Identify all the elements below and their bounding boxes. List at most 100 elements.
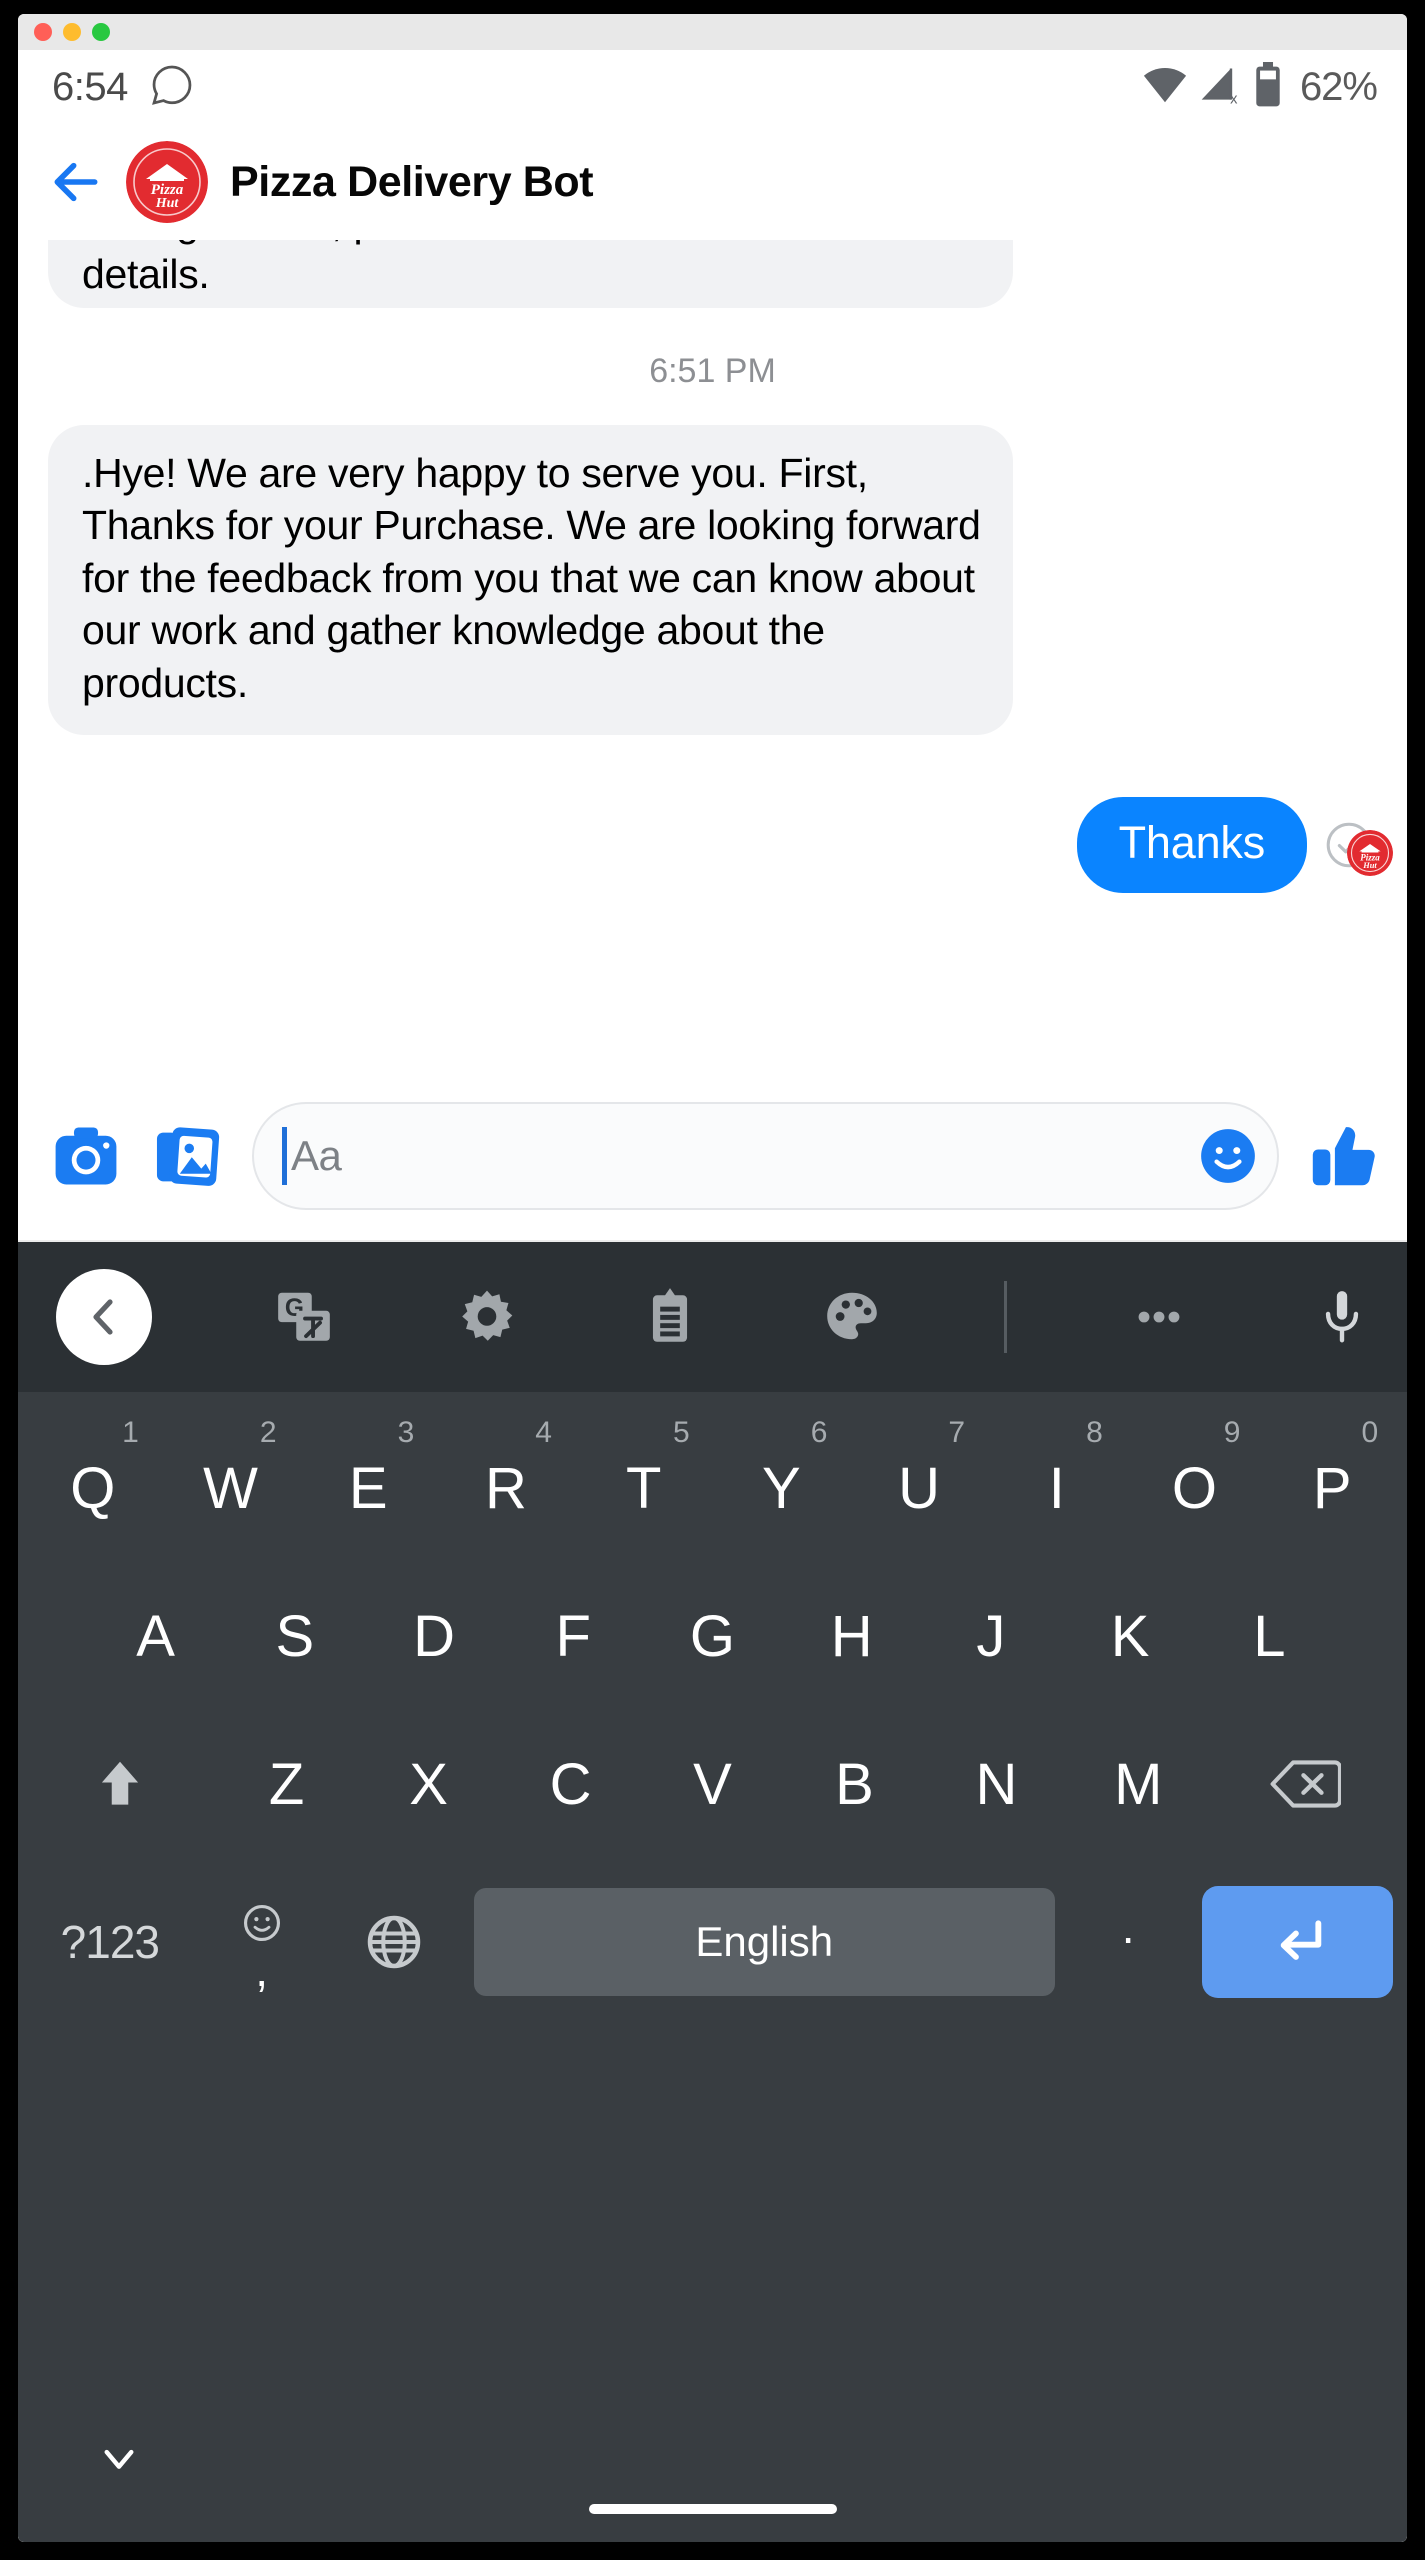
key-I-alt: 8: [1086, 1416, 1103, 1449]
key-R-alt: 4: [535, 1416, 552, 1449]
emoji-comma-key[interactable]: ,: [196, 1902, 328, 1996]
emoji-smiley-icon[interactable]: [1197, 1125, 1259, 1187]
key-G[interactable]: G: [643, 1562, 782, 1710]
svg-text:x: x: [1230, 91, 1238, 106]
key-Y-label: Y: [762, 1455, 801, 1521]
keyboard-row-1: 1Q 2W 3E 4R 5T 6Y 7U 8I 9O 0P: [24, 1414, 1401, 1562]
camera-icon[interactable]: [48, 1118, 124, 1194]
window-titlebar: [18, 14, 1407, 50]
key-H[interactable]: H: [782, 1562, 921, 1710]
zoom-window-button[interactable]: [92, 23, 110, 41]
key-O-alt: 9: [1223, 1416, 1241, 1449]
key-T-alt: 5: [672, 1416, 690, 1449]
key-Y[interactable]: 6Y: [713, 1414, 851, 1562]
gallery-icon[interactable]: [150, 1118, 226, 1194]
system-navigation-bar: [18, 2382, 1407, 2542]
microphone-icon[interactable]: [1311, 1286, 1373, 1348]
key-D[interactable]: D: [364, 1562, 503, 1710]
key-O-label: O: [1171, 1455, 1218, 1521]
key-V[interactable]: V: [642, 1710, 784, 1858]
key-T[interactable]: 5T: [575, 1414, 713, 1562]
key-M[interactable]: M: [1067, 1710, 1209, 1858]
status-bar-right: x 62%: [1142, 61, 1378, 113]
key-C[interactable]: C: [500, 1710, 642, 1858]
chat-header: Pizza Hut Pizza Delivery Bot: [18, 124, 1407, 240]
key-I[interactable]: 8I: [988, 1414, 1126, 1562]
whatsapp-icon: [150, 63, 194, 112]
palette-icon[interactable]: [821, 1286, 883, 1348]
message-composer: Aa: [18, 1072, 1407, 1242]
message-input-field[interactable]: Aa: [252, 1102, 1279, 1210]
key-W[interactable]: 2W: [162, 1414, 300, 1562]
status-clock: 6:54: [52, 64, 128, 109]
close-window-button[interactable]: [34, 23, 52, 41]
period-key[interactable]: .: [1069, 1900, 1188, 1984]
keyboard-row-3: Z X C V B N M: [24, 1710, 1401, 1858]
key-U[interactable]: 7U: [850, 1414, 988, 1562]
key-E-alt: 3: [397, 1416, 415, 1449]
key-A[interactable]: A: [86, 1562, 225, 1710]
key-E-label: E: [348, 1455, 388, 1521]
key-E[interactable]: 3E: [299, 1414, 437, 1562]
emoji-outline-icon: [241, 1902, 283, 1949]
app-window: 6:54 x 62% Pizza Hut Pizza Delivery Bot …: [18, 14, 1407, 2542]
key-R-label: R: [485, 1455, 527, 1521]
message-sender-avatar: Pizza Hut: [1347, 830, 1393, 876]
key-Q[interactable]: 1Q: [24, 1414, 162, 1562]
key-J[interactable]: J: [921, 1562, 1060, 1710]
spacebar-key[interactable]: English: [473, 1888, 1055, 1996]
globe-icon[interactable]: [328, 1912, 460, 1972]
avatar[interactable]: Pizza Hut: [126, 141, 208, 223]
battery-percent-label: 62%: [1299, 64, 1378, 109]
keyboard-key-area: 1Q 2W 3E 4R 5T 6Y 7U 8I 9O 0P A S D F G …: [18, 1392, 1407, 2382]
key-Q-label: Q: [70, 1455, 116, 1521]
key-S[interactable]: S: [225, 1562, 364, 1710]
google-translate-icon[interactable]: G: [273, 1286, 335, 1348]
message-bubble-outgoing[interactable]: Thanks: [1076, 797, 1307, 894]
key-P[interactable]: 0P: [1263, 1414, 1401, 1562]
symbols-key[interactable]: ?123: [24, 1915, 196, 1969]
comma-label: ,: [255, 1944, 269, 1996]
key-L[interactable]: L: [1200, 1562, 1339, 1710]
on-screen-keyboard: G 1 Q 2 W 3 E 4 R 5 T 6 Y 7 U 8 I 9 O 0 …: [18, 1242, 1407, 2382]
key-K[interactable]: K: [1061, 1562, 1200, 1710]
signal-off-icon: x: [1198, 64, 1242, 111]
message-bubble-incoming-clipped[interactable]: arrangements, please see our website for…: [48, 240, 1013, 308]
shift-up-arrow-icon[interactable]: [24, 1710, 216, 1858]
message-thread[interactable]: arrangements, please see our website for…: [18, 240, 1407, 1072]
thumbs-up-icon[interactable]: [1305, 1117, 1383, 1195]
backspace-icon[interactable]: [1209, 1710, 1401, 1858]
key-O[interactable]: 9O: [1126, 1414, 1264, 1562]
battery-icon: [1252, 61, 1284, 113]
key-B[interactable]: B: [783, 1710, 925, 1858]
key-Z[interactable]: Z: [216, 1710, 358, 1858]
chevron-left-icon[interactable]: [56, 1269, 152, 1365]
enter-return-icon[interactable]: [1201, 1886, 1393, 1998]
message-bubble-incoming[interactable]: .Hye! We are very happy to serve you. Fi…: [48, 425, 1013, 736]
message-input-placeholder: Aa: [291, 1132, 342, 1179]
key-W-label: W: [203, 1455, 258, 1521]
key-Y-alt: 6: [810, 1416, 828, 1449]
status-bar-left: 6:54: [52, 63, 194, 112]
gear-icon[interactable]: [456, 1286, 518, 1348]
key-P-label: P: [1312, 1455, 1352, 1521]
clipboard-icon[interactable]: [639, 1286, 701, 1348]
key-R[interactable]: 4R: [437, 1414, 575, 1562]
ellipsis-icon[interactable]: [1128, 1286, 1190, 1348]
message-timestamp: 6:51 PM: [649, 352, 776, 390]
key-U-label: U: [898, 1455, 941, 1521]
chevron-down-icon[interactable]: [96, 2436, 142, 2482]
key-F[interactable]: F: [504, 1562, 643, 1710]
key-T-label: T: [625, 1455, 662, 1521]
key-P-alt: 0: [1361, 1416, 1379, 1449]
wifi-icon: [1142, 65, 1188, 110]
keyboard-toolbar: G: [18, 1242, 1407, 1392]
toolbar-divider: [1004, 1281, 1008, 1353]
key-N[interactable]: N: [925, 1710, 1067, 1858]
key-X[interactable]: X: [358, 1710, 500, 1858]
text-caret: [282, 1127, 287, 1185]
back-arrow-icon[interactable]: [48, 154, 104, 210]
phone-viewport: 6:54 x 62% Pizza Hut Pizza Delivery Bot …: [18, 50, 1407, 2542]
minimize-window-button[interactable]: [63, 23, 81, 41]
home-indicator[interactable]: [588, 2504, 837, 2514]
